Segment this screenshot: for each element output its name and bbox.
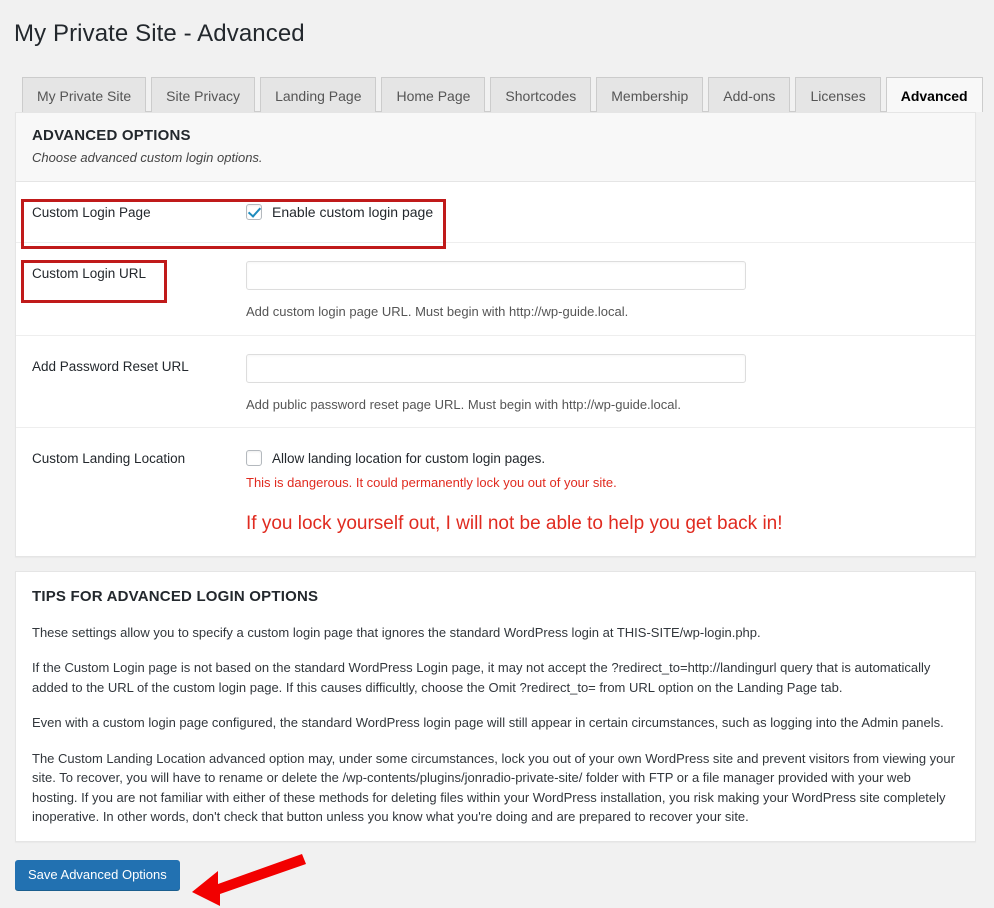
checkbox-label-enable-custom-login-page: Enable custom login page [272, 204, 434, 221]
save-bar: Save Advanced Options [15, 853, 994, 906]
checkbox-label-allow-landing-location: Allow landing location for custom login … [272, 450, 546, 466]
checkbox-icon-checked[interactable] [246, 204, 262, 221]
field-custom-landing-location: Allow landing location for custom login … [246, 428, 975, 555]
tips-paragraph-2: If the Custom Login page is not based on… [32, 660, 931, 695]
advanced-options-subheading: Choose advanced custom login options. [32, 150, 263, 166]
active-tab-underline-mask [886, 111, 982, 113]
tab-membership[interactable]: Membership [596, 77, 704, 113]
field-custom-login-page: Enable custom login page [246, 182, 975, 240]
tab-landing-page[interactable]: Landing Page [260, 77, 377, 113]
help-custom-login-url: Add custom login page URL. Must begin wi… [246, 303, 629, 319]
tab-my-private-site[interactable]: My Private Site [22, 77, 147, 113]
checkbox-icon-unchecked[interactable] [246, 450, 262, 467]
advanced-options-header: ADVANCED OPTIONS Choose advanced custom … [16, 113, 975, 183]
label-custom-landing-location: Custom Landing Location [32, 451, 186, 467]
tab-advanced[interactable]: Advanced [885, 77, 983, 113]
warning-lock-yourself-out: If you lock yourself out, I will not be … [246, 512, 783, 534]
tips-heading: TIPS FOR ADVANCED LOGIN OPTIONS [32, 587, 319, 605]
label-custom-login-page: Custom Login Page [32, 205, 151, 221]
page-title: My Private Site - Advanced [14, 20, 305, 47]
warning-dangerous: This is dangerous. It could permanently … [246, 475, 617, 491]
save-advanced-options-button[interactable]: Save Advanced Options [15, 859, 180, 890]
advanced-options-panel: ADVANCED OPTIONS Choose advanced custom … [15, 112, 976, 557]
field-password-reset-url: Add public password reset page URL. Must… [246, 336, 975, 428]
annotation-arrow-icon [192, 853, 306, 906]
custom-login-url-input[interactable] [246, 260, 746, 290]
tips-paragraph-1: These settings allow you to specify a cu… [32, 624, 761, 640]
help-password-reset-url: Add public password reset page URL. Must… [246, 396, 682, 412]
tab-licenses[interactable]: Licenses [795, 77, 881, 113]
advanced-options-heading: ADVANCED OPTIONS [32, 127, 191, 145]
checkbox-enable-custom-login-page[interactable]: Enable custom login page [246, 204, 959, 221]
tips-paragraph-3: Even with a custom login page configured… [32, 715, 944, 731]
tab-home-page[interactable]: Home Page [381, 77, 486, 113]
field-custom-login-url: Add custom login page URL. Must begin wi… [246, 243, 975, 335]
tips-panel: TIPS FOR ADVANCED LOGIN OPTIONS These se… [15, 570, 976, 842]
tab-shortcodes[interactable]: Shortcodes [490, 77, 592, 113]
row-password-reset-url: Add Password Reset URL Add public passwo… [16, 335, 975, 429]
password-reset-url-input[interactable] [246, 353, 746, 383]
label-password-reset-url: Add Password Reset URL [32, 358, 189, 374]
row-custom-login-url: Custom Login URL Add custom login page U… [16, 242, 975, 336]
tips-paragraph-4: The Custom Landing Location advanced opt… [32, 750, 955, 825]
row-custom-login-page: Custom Login Page Enable custom login pa… [16, 182, 975, 243]
label-custom-login-url: Custom Login URL [32, 265, 147, 281]
tab-bar: My Private Site Site Privacy Landing Pag… [22, 76, 994, 113]
tab-add-ons[interactable]: Add-ons [708, 77, 791, 113]
checkbox-allow-landing-location[interactable]: Allow landing location for custom login … [246, 450, 959, 467]
tab-list: My Private Site Site Privacy Landing Pag… [22, 76, 983, 113]
row-custom-landing-location: Custom Landing Location Allow landing lo… [16, 428, 975, 556]
tab-site-privacy[interactable]: Site Privacy [151, 77, 256, 113]
